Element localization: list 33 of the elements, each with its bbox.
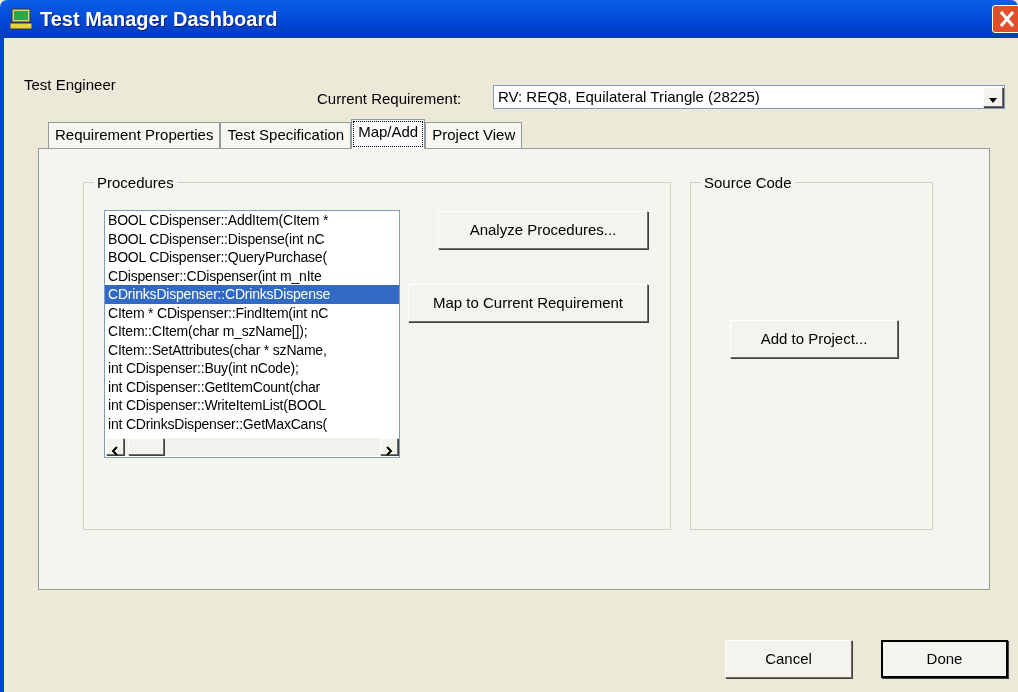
scroll-left-button[interactable] <box>106 438 124 455</box>
procedure-button[interactable]: Analyze Procedures... <box>438 211 648 249</box>
list-item[interactable]: BOOL CDispenser::Dispense(int nC <box>105 229 399 248</box>
procedures-list[interactable] <box>104 210 400 458</box>
dialog-button[interactable]: Cancel <box>725 640 852 678</box>
add-to-project-button[interactable]: Add to Project... <box>730 320 898 358</box>
close-button[interactable] <box>992 5 1018 33</box>
dropdown-value: RV: REQ8, Equilateral Triangle (28225) <box>498 86 760 107</box>
window-title: Test Manager Dashboard <box>40 7 278 32</box>
dialog-button[interactable]: Done <box>881 640 1008 678</box>
list-item[interactable]: CItem::SetAttributes(char * szName, <box>105 340 399 359</box>
tab[interactable]: Test Specification <box>220 122 352 148</box>
list-item[interactable]: CDrinksDispenser::CDrinksDispense <box>105 285 399 304</box>
scroll-right-button[interactable] <box>380 438 398 455</box>
list-item[interactable]: int CDispenser::GetItemCount(char <box>105 377 399 396</box>
list-item[interactable]: int CDispenser::WriteItemList(BOOL <box>105 396 399 415</box>
tab[interactable]: Map/Add <box>351 119 426 149</box>
list-item[interactable]: CItem::CItem(char m_szName[]); <box>105 322 399 341</box>
list-item[interactable]: CItem * CDispenser::FindItem(int nC <box>105 303 399 322</box>
requirement-dropdown[interactable]: RV: REQ8, Equilateral Triangle (28225) <box>493 85 1005 109</box>
list-item[interactable]: CDispenser::CDispenser(int m_nIte <box>105 266 399 285</box>
user-label: Test Engineer <box>24 75 116 95</box>
tab[interactable]: Project View <box>425 122 523 148</box>
procedure-button[interactable]: Map to Current Requirement <box>408 284 648 322</box>
list-item[interactable]: int CDrinksDispenser::GetMaxCans( <box>105 414 399 433</box>
requirement-label: Current Requirement: <box>317 89 462 109</box>
computer-icon <box>10 8 32 30</box>
list-item[interactable]: int CDispenser::Buy(int nCode); <box>105 359 399 378</box>
scroll-thumb[interactable] <box>128 438 164 455</box>
horizontal-scrollbar[interactable] <box>106 438 398 456</box>
tab[interactable]: Requirement Properties <box>48 122 221 148</box>
list-item[interactable]: BOOL CDispenser::AddItem(CItem * <box>105 211 399 230</box>
list-item[interactable]: BOOL CDispenser::QueryPurchase( <box>105 248 399 267</box>
